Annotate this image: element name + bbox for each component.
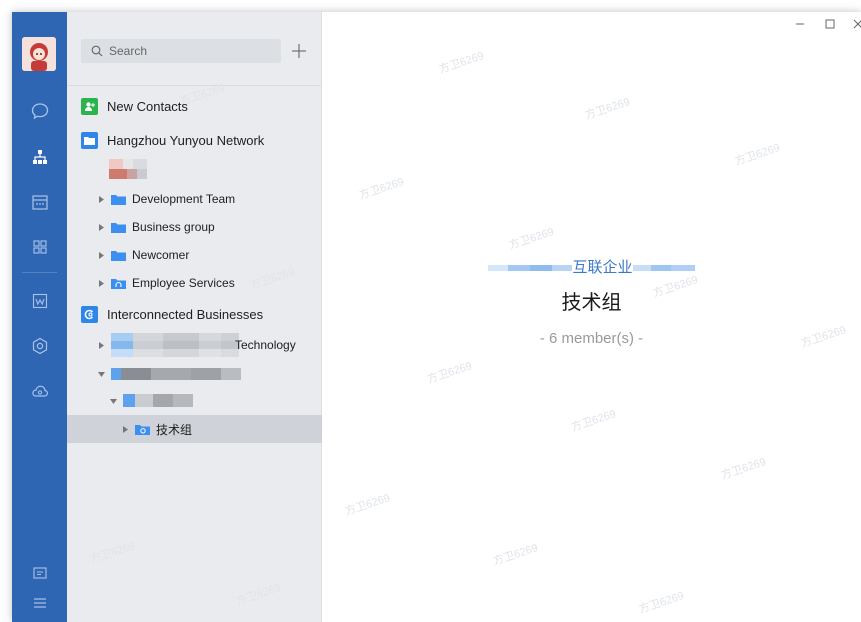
watermark: 方卫6269 bbox=[637, 590, 686, 616]
app-window: 方卫6269 方卫6269 方卫6269 方卫6269 New Contacts… bbox=[12, 12, 861, 622]
folder-icon bbox=[111, 194, 126, 205]
watermark: 方卫6269 bbox=[437, 50, 486, 76]
calendar-icon[interactable] bbox=[12, 187, 67, 217]
new-contacts-item[interactable]: New Contacts bbox=[67, 93, 335, 119]
watermark: 方卫6269 bbox=[733, 142, 782, 168]
folder-icon bbox=[111, 250, 126, 261]
watermark: 方卫6269 bbox=[425, 360, 474, 386]
contacts-panel: 方卫6269 方卫6269 方卫6269 方卫6269 New Contacts… bbox=[67, 12, 375, 622]
minimize-button[interactable] bbox=[792, 16, 808, 32]
watermark: 方卫6269 bbox=[507, 226, 556, 252]
interconnected-label: Interconnected Businesses bbox=[107, 306, 264, 322]
expand-caret-icon[interactable] bbox=[97, 251, 105, 259]
service-folder-icon bbox=[111, 278, 126, 289]
search-divider bbox=[67, 85, 321, 86]
org-item[interactable]: Hangzhou Yunyou Network bbox=[67, 127, 335, 153]
dept-item-employee-services[interactable]: Employee Services bbox=[67, 270, 351, 296]
contacts-org-icon[interactable] bbox=[12, 142, 67, 172]
watermark: 方卫6269 bbox=[491, 542, 540, 568]
group-title: 技术组 bbox=[561, 292, 622, 314]
dept-item-newcomer[interactable]: Newcomer bbox=[67, 242, 351, 268]
blurred-branch-name bbox=[111, 368, 241, 380]
member-count[interactable]: - 6 member(s) - bbox=[322, 330, 861, 347]
close-button[interactable] bbox=[850, 16, 861, 32]
user-avatar[interactable] bbox=[22, 37, 56, 71]
dept-label: Business group bbox=[132, 220, 215, 234]
search-box[interactable] bbox=[81, 39, 281, 63]
interconnected-item[interactable]: Interconnected Businesses bbox=[67, 301, 335, 327]
watermark: 方卫6269 bbox=[719, 456, 768, 482]
expand-caret-icon[interactable] bbox=[121, 425, 129, 433]
expand-caret-icon[interactable] bbox=[97, 223, 105, 231]
dept-label: Employee Services bbox=[132, 276, 235, 290]
watermark: 方卫6269 bbox=[357, 176, 406, 202]
watermark: 方卫6269 bbox=[88, 540, 137, 566]
dept-label: Development Team bbox=[132, 192, 236, 206]
minimize-icon bbox=[796, 23, 804, 25]
apps-grid-icon[interactable] bbox=[12, 232, 67, 262]
blurred-sub-branch-name bbox=[123, 394, 193, 407]
blurred-enterprise-tail bbox=[632, 265, 695, 272]
dept-label: Newcomer bbox=[132, 248, 190, 262]
close-icon bbox=[853, 19, 861, 29]
chat-icon[interactable] bbox=[12, 96, 67, 126]
collapse-caret-icon[interactable] bbox=[109, 397, 117, 405]
search-icon bbox=[91, 45, 103, 57]
watermark: 方卫6269 bbox=[343, 492, 392, 518]
blurred-enterprise-prefix bbox=[488, 265, 573, 272]
cloud-icon[interactable] bbox=[12, 376, 67, 406]
folder-icon bbox=[81, 131, 98, 149]
org-name: Hangzhou Yunyou Network bbox=[107, 132, 265, 148]
maximize-button[interactable] bbox=[822, 16, 838, 32]
sub-branch-item[interactable] bbox=[67, 388, 363, 414]
hexagon-app-icon[interactable] bbox=[12, 331, 67, 361]
enterprise-branch-item[interactable] bbox=[67, 361, 351, 387]
add-contact-icon bbox=[81, 97, 98, 115]
main-panel: 方卫6269 方卫6269 方卫6269 方卫6269 方卫6269 方卫626… bbox=[322, 12, 861, 622]
watermark: 方卫6269 bbox=[569, 408, 618, 434]
maximize-icon bbox=[825, 19, 835, 29]
expand-caret-icon[interactable] bbox=[97, 341, 105, 349]
dept-item-business[interactable]: Business group bbox=[67, 214, 351, 240]
search-input[interactable] bbox=[109, 44, 269, 58]
enterprise-suffix-label: 互联企业 bbox=[572, 259, 633, 276]
interconnected-folder-icon bbox=[135, 424, 150, 435]
collapse-caret-icon[interactable] bbox=[97, 370, 105, 378]
watermark: 方卫6269 bbox=[234, 582, 283, 608]
interconnected-icon bbox=[81, 305, 98, 323]
watermark: 方卫6269 bbox=[583, 96, 632, 122]
document-w-icon[interactable] bbox=[12, 286, 67, 316]
new-contacts-label: New Contacts bbox=[107, 98, 188, 114]
plus-icon bbox=[292, 44, 306, 58]
enterprise-suffix: Technology bbox=[235, 338, 296, 352]
folder-icon bbox=[111, 222, 126, 233]
menu-icon[interactable] bbox=[12, 588, 67, 618]
expand-caret-icon[interactable] bbox=[97, 279, 105, 287]
rail-divider bbox=[22, 272, 57, 273]
expand-caret-icon[interactable] bbox=[97, 195, 105, 203]
enterprise-line: 互联企业 bbox=[322, 256, 861, 277]
notes-icon[interactable] bbox=[12, 558, 67, 588]
dept-item-development[interactable]: Development Team bbox=[67, 186, 351, 212]
enterprise-item[interactable]: Technology bbox=[67, 332, 351, 358]
add-button[interactable] bbox=[289, 41, 309, 61]
blurred-enterprise-name bbox=[111, 333, 239, 357]
nav-rail bbox=[12, 12, 67, 622]
group-label: 技术组 bbox=[156, 422, 193, 437]
